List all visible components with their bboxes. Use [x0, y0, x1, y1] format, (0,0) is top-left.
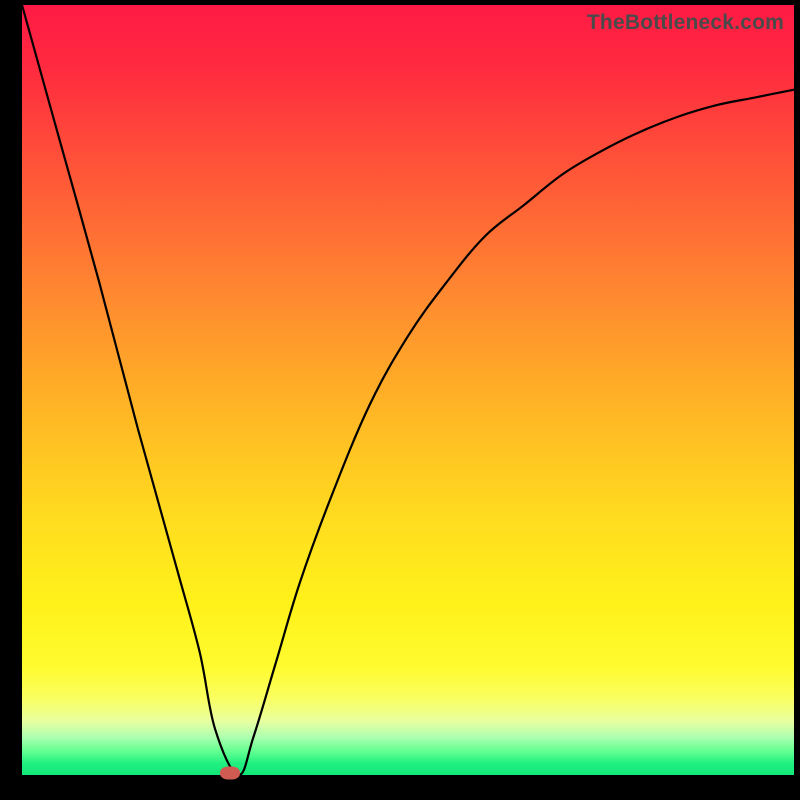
plot-area: TheBottleneck.com [22, 5, 794, 775]
chart-frame: TheBottleneck.com [0, 0, 800, 800]
bottleneck-curve [22, 5, 794, 775]
curve-svg [22, 5, 794, 775]
minimum-marker [220, 767, 240, 780]
